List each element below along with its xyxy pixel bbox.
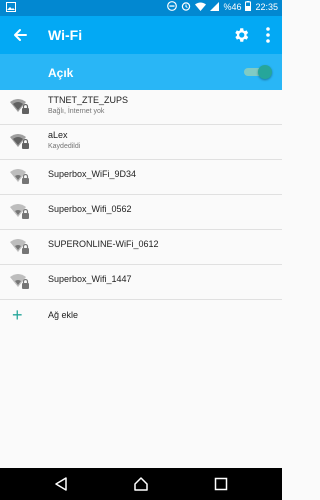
navigation-bar	[0, 468, 282, 500]
alarm-icon	[181, 1, 191, 13]
network-name: aLex	[48, 130, 68, 140]
gear-icon[interactable]	[232, 26, 250, 44]
arrow-left-icon[interactable]	[10, 25, 30, 45]
add-network-label: Ağ ekle	[48, 310, 79, 320]
signal-icon	[210, 1, 220, 13]
switch-thumb	[258, 65, 272, 79]
wifi-locked-icon	[10, 203, 30, 221]
network-item[interactable]: aLex Kaydedildi	[0, 125, 282, 160]
nav-back-icon[interactable]	[54, 477, 68, 491]
wifi-locked-icon	[10, 98, 30, 116]
wifi-locked-icon	[10, 133, 30, 151]
network-name: SUPERONLINE-WiFi_0612	[48, 239, 159, 249]
more-vert-icon[interactable]	[264, 26, 272, 44]
wifi-locked-icon	[10, 168, 30, 186]
network-list: TTNET_ZTE_ZUPS Bağlı, İnternet yok aLex …	[0, 90, 282, 332]
network-name: Superbox_WiFi_9D34	[48, 169, 137, 179]
plus-icon: +	[12, 305, 23, 325]
image-icon	[6, 2, 16, 14]
network-item[interactable]: TTNET_ZTE_ZUPS Bağlı, İnternet yok	[0, 90, 282, 125]
wifi-toggle-label: Açık	[48, 66, 74, 80]
wifi-switch[interactable]	[244, 65, 272, 79]
battery-icon	[245, 1, 252, 13]
network-item[interactable]: Superbox_Wifi_1447	[0, 265, 282, 300]
clock: 22:35	[255, 2, 278, 12]
network-status: Bağlı, İnternet yok	[48, 108, 105, 115]
wifi-locked-icon	[10, 238, 30, 256]
network-item[interactable]: Superbox_Wifi_0562	[0, 195, 282, 230]
battery-percent: %46	[223, 2, 242, 12]
nav-home-icon[interactable]	[134, 477, 148, 491]
network-name: Superbox_Wifi_1447	[48, 274, 132, 284]
wifi-locked-icon	[10, 273, 30, 291]
network-item[interactable]: Superbox_WiFi_9D34	[0, 160, 282, 195]
page-title: Wi-Fi	[48, 27, 83, 43]
network-name: Superbox_Wifi_0562	[48, 204, 132, 214]
app-bar: Wi-Fi	[0, 16, 282, 54]
add-network-button[interactable]: + Ağ ekle	[0, 300, 282, 332]
network-item[interactable]: SUPERONLINE-WiFi_0612	[0, 230, 282, 265]
nav-recents-icon[interactable]	[214, 477, 228, 491]
minus-circle-icon	[167, 1, 178, 13]
network-name: TTNET_ZTE_ZUPS	[48, 95, 129, 105]
network-status: Kaydedildi	[48, 143, 81, 150]
status-icons: %46 22:35	[167, 1, 278, 13]
wifi-icon	[195, 2, 207, 13]
wifi-toggle-row[interactable]: Açık	[0, 54, 282, 90]
status-bar: %46 22:35	[0, 0, 282, 16]
